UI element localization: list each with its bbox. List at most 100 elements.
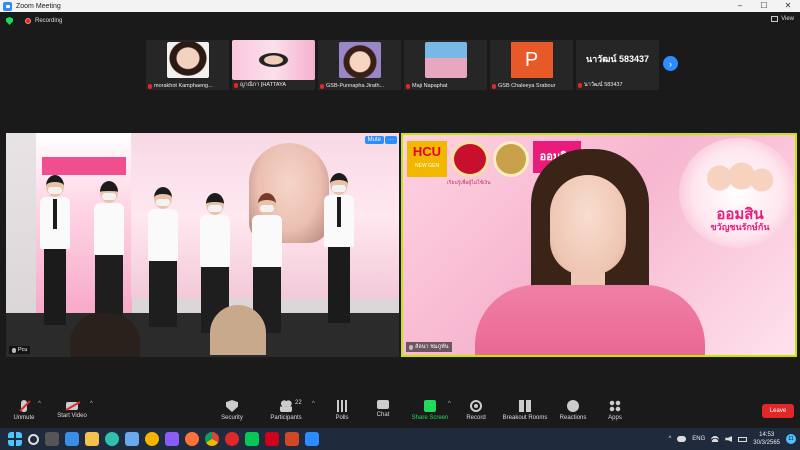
participant-name: GSB-Punnapha Jirath...: [326, 83, 385, 89]
participant-name: ญาณิกา [HATTAYA: [240, 82, 287, 88]
edge-browser-icon[interactable]: [105, 432, 119, 446]
muted-mic-icon: [492, 83, 496, 89]
speaker-pink-jacket: [475, 285, 705, 355]
apps-grid-icon: [609, 400, 621, 412]
view-button[interactable]: View: [771, 16, 794, 22]
zoom-taskbar-icon[interactable]: [305, 432, 319, 446]
audio-options-caret-icon[interactable]: ^: [38, 401, 41, 407]
audience-head: [70, 313, 140, 357]
campaign-subtitle: ขวัญชนรักษ์กัน: [710, 222, 770, 232]
student: [322, 173, 356, 323]
maximize-button[interactable]: ☐: [752, 0, 776, 12]
chat-bubble-icon: [377, 400, 389, 409]
security-shield-icon[interactable]: [6, 17, 13, 25]
powerpoint-icon[interactable]: [285, 432, 299, 446]
zoom-app-icon: [3, 1, 12, 11]
participant-name: morakhot Kamphaeng...: [154, 83, 213, 89]
participants-button[interactable]: Participants: [258, 400, 314, 421]
security-button[interactable]: Security: [204, 400, 260, 421]
participant-video: [232, 40, 315, 80]
windows-taskbar: ^ ENG 14:53 30/3/2565 11: [0, 428, 800, 450]
participant-thumbnail-strip: morakhot Kamphaeng... ญาณิกา [HATTAYA GS…: [146, 40, 659, 90]
video-off-icon: [66, 402, 78, 410]
view-label: View: [781, 16, 794, 22]
tile-name-label: Pcu: [9, 346, 31, 354]
breakout-rooms-icon: [519, 400, 531, 412]
notification-badge[interactable]: 11: [786, 434, 796, 444]
student: [38, 175, 72, 325]
cloud-icon[interactable]: [677, 436, 687, 442]
royal-seal-logo: [493, 141, 529, 177]
participant-thumbnail[interactable]: GSB-Punnapha Jirath...: [318, 40, 401, 90]
meeting-top-bar: Recording View: [0, 12, 800, 30]
muted-mic-icon: [578, 82, 582, 88]
video-options-caret-icon[interactable]: ^: [90, 401, 93, 407]
participant-thumbnail[interactable]: นาวัฒน์ 583437 นาวัฒน์ 583437: [576, 40, 659, 90]
participant-video: [338, 42, 381, 78]
tile-participant-name: ลัลนา ชมภูพัน: [415, 344, 449, 350]
mic-icon: [12, 347, 16, 353]
clock[interactable]: 14:53 30/3/2565: [753, 431, 780, 447]
volume-icon[interactable]: [725, 436, 733, 442]
store-icon[interactable]: [125, 432, 139, 446]
chrome-icon[interactable]: [205, 432, 219, 446]
meeting-controls-toolbar: Unmute ^ Start Video ^ Security Particip…: [0, 398, 800, 428]
file-explorer-icon[interactable]: [85, 432, 99, 446]
participant-thumbnail[interactable]: P GSB Chaleeya Srabour: [490, 40, 573, 90]
cartoon-faces: [701, 158, 775, 198]
acrobat-icon[interactable]: [265, 432, 279, 446]
muted-mic-icon: [406, 83, 410, 89]
participant-name: นาวัฒน์ 583437: [584, 82, 623, 88]
chrome-alt-icon[interactable]: [145, 432, 159, 446]
language-indicator[interactable]: ENG: [692, 436, 705, 442]
zoom-window: Zoom Meeting – ☐ ✕ Recording View morakh…: [0, 0, 800, 450]
participant-thumbnail[interactable]: ญาณิกา [HATTAYA: [232, 40, 315, 90]
next-page-chevron-icon[interactable]: ›: [663, 56, 678, 71]
apps-button[interactable]: Apps: [587, 400, 643, 421]
minimize-button[interactable]: –: [728, 0, 752, 12]
participant-video: [166, 42, 209, 78]
security-shield-icon: [226, 400, 238, 412]
participant-thumbnail[interactable]: morakhot Kamphaeng...: [146, 40, 229, 90]
participant-display-name: นาวัฒน์ 583437: [585, 54, 650, 64]
participant-thumbnail[interactable]: Maji Napaphat: [404, 40, 487, 90]
hcu-logo: HCU NEW GEN: [407, 141, 447, 177]
recording-label: Recording: [35, 18, 63, 24]
campaign-heart-logo: ออมสิน ขวัญชนรักษ์กัน: [679, 138, 795, 248]
leave-meeting-button[interactable]: Leave: [762, 404, 794, 418]
opera-icon[interactable]: [225, 432, 239, 446]
muted-mic-icon: [320, 83, 324, 89]
close-button[interactable]: ✕: [776, 0, 800, 12]
widgets-icon[interactable]: [65, 432, 79, 446]
windows-start-icon[interactable]: [8, 432, 22, 446]
audience-head: [210, 305, 266, 355]
student: [146, 187, 180, 337]
participant-avatar: P: [510, 42, 553, 78]
video-tile-active-speaker[interactable]: HCUNEW GEN ออมสิน เรียนรู้เพื่อผู้ไม่ใช้…: [401, 133, 797, 357]
battery-icon[interactable]: [738, 436, 748, 442]
video-tile-classroom[interactable]: Mute ··· Pcu: [6, 133, 399, 357]
clock-time: 14:53: [759, 432, 775, 438]
wifi-icon[interactable]: [711, 436, 720, 442]
recording-icon[interactable]: [25, 18, 31, 24]
share-screen-icon: [424, 400, 436, 412]
mute-participant-button[interactable]: Mute: [364, 136, 384, 144]
search-icon[interactable]: [28, 433, 39, 445]
mic-icon: [409, 344, 413, 350]
firefox-icon[interactable]: [185, 432, 199, 446]
more-options-button[interactable]: ···: [385, 136, 397, 144]
record-button[interactable]: Record: [448, 400, 504, 421]
line-app-icon[interactable]: [245, 432, 259, 446]
tray-overflow-chevron-icon[interactable]: ^: [668, 436, 671, 442]
photos-icon[interactable]: [165, 432, 179, 446]
polls-chart-icon: [336, 400, 348, 412]
participant-name: GSB Chaleeya Srabour: [498, 83, 556, 89]
system-tray: ^ ENG 14:53 30/3/2565 11: [668, 428, 796, 450]
record-icon: [470, 400, 482, 412]
muted-mic-icon: [148, 83, 152, 89]
clock-date: 30/3/2565: [753, 440, 780, 446]
window-title: Zoom Meeting: [16, 2, 61, 10]
task-view-icon[interactable]: [45, 432, 59, 446]
tile-participant-name: Pcu: [18, 347, 28, 353]
title-bar: Zoom Meeting – ☐ ✕: [0, 0, 800, 12]
